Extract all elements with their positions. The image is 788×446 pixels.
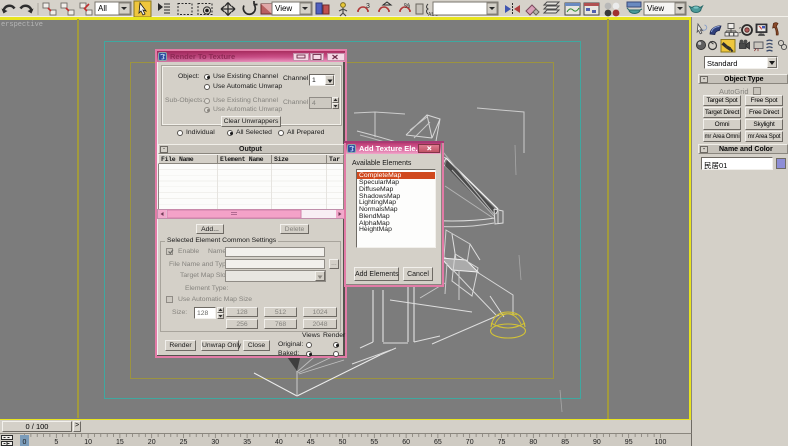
svg-text:15: 15 — [116, 439, 124, 446]
svg-text:90: 90 — [593, 439, 601, 446]
svg-text:3: 3 — [366, 3, 370, 10]
svg-text:45: 45 — [307, 439, 315, 446]
svg-text:20: 20 — [148, 439, 156, 446]
svg-text:40: 40 — [275, 439, 283, 446]
svg-text:95: 95 — [625, 439, 633, 446]
svg-text:All: All — [98, 4, 107, 13]
svg-text:%: % — [404, 3, 410, 10]
svg-text:View: View — [647, 4, 664, 13]
svg-text:35: 35 — [243, 439, 251, 446]
svg-text:60: 60 — [402, 439, 410, 446]
svg-text:0: 0 — [23, 439, 27, 446]
svg-text:80: 80 — [529, 439, 537, 446]
svg-text:View: View — [275, 4, 292, 13]
svg-text:75: 75 — [498, 439, 506, 446]
svg-text:10: 10 — [84, 439, 92, 446]
svg-text:55: 55 — [370, 439, 378, 446]
svg-text:25: 25 — [180, 439, 188, 446]
svg-text:70: 70 — [466, 439, 474, 446]
svg-text:100: 100 — [655, 439, 667, 446]
svg-text:85: 85 — [561, 439, 569, 446]
svg-text:65: 65 — [434, 439, 442, 446]
svg-text:30: 30 — [211, 439, 219, 446]
svg-text:5: 5 — [54, 439, 58, 446]
svg-text:50: 50 — [339, 439, 347, 446]
